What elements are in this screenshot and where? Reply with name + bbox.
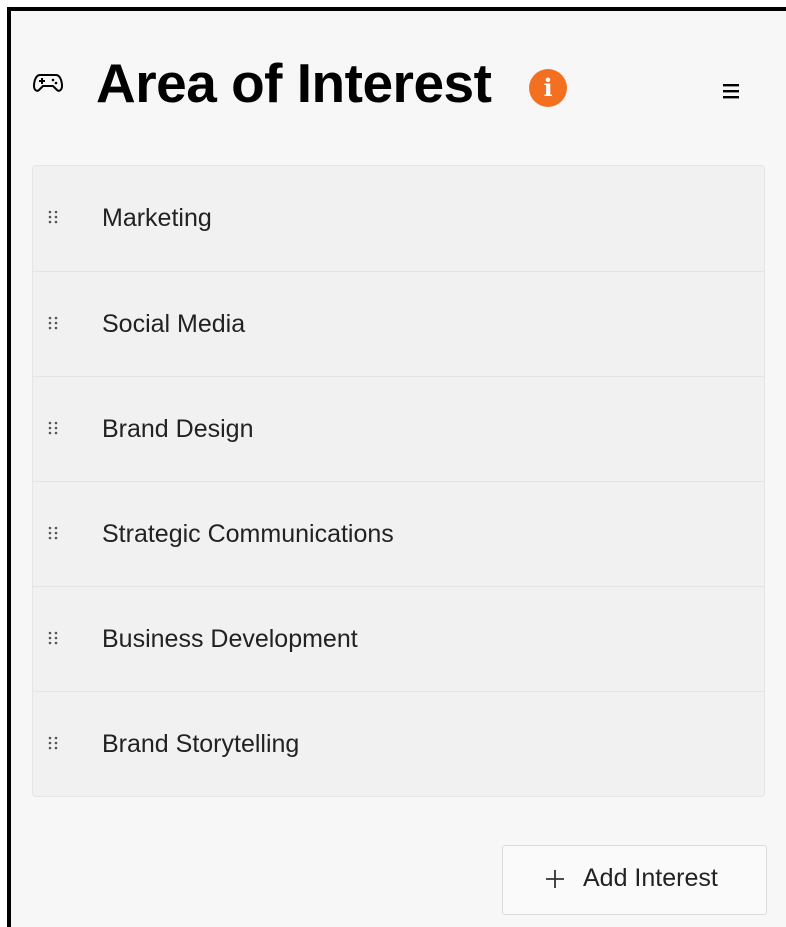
area-of-interest-panel: Area of Interest i Marketing Social Medi…	[7, 7, 786, 927]
list-item[interactable]: Strategic Communications	[33, 481, 764, 586]
drag-handle-icon[interactable]	[47, 525, 59, 541]
interest-list: Marketing Social Media Brand Design Stra…	[32, 165, 765, 797]
panel-header: Area of Interest i	[11, 11, 781, 161]
list-item[interactable]: Marketing	[33, 166, 764, 271]
list-item[interactable]: Social Media	[33, 271, 764, 376]
interest-label: Business Development	[102, 625, 358, 653]
plus-icon	[546, 870, 564, 888]
gamepad-icon	[33, 74, 63, 92]
drag-handle-icon[interactable]	[47, 209, 59, 225]
info-icon[interactable]: i	[529, 69, 567, 107]
drag-handle-icon[interactable]	[47, 315, 59, 331]
interest-label: Social Media	[102, 310, 246, 338]
add-interest-button[interactable]: Add Interest	[502, 845, 767, 915]
interest-label: Brand Design	[102, 415, 254, 443]
drag-handle-icon[interactable]	[47, 420, 59, 436]
drag-handle-icon[interactable]	[47, 630, 59, 646]
drag-handle-icon[interactable]	[47, 735, 59, 751]
add-interest-label: Add Interest	[583, 864, 718, 892]
list-item[interactable]: Brand Storytelling	[33, 691, 764, 796]
interest-label: Strategic Communications	[102, 520, 394, 548]
list-item[interactable]: Business Development	[33, 586, 764, 691]
list-item[interactable]: Brand Design	[33, 376, 764, 481]
interest-label: Marketing	[102, 204, 212, 232]
hamburger-menu-icon[interactable]	[716, 79, 746, 103]
interest-label: Brand Storytelling	[102, 730, 300, 758]
page-title: Area of Interest	[96, 52, 492, 114]
